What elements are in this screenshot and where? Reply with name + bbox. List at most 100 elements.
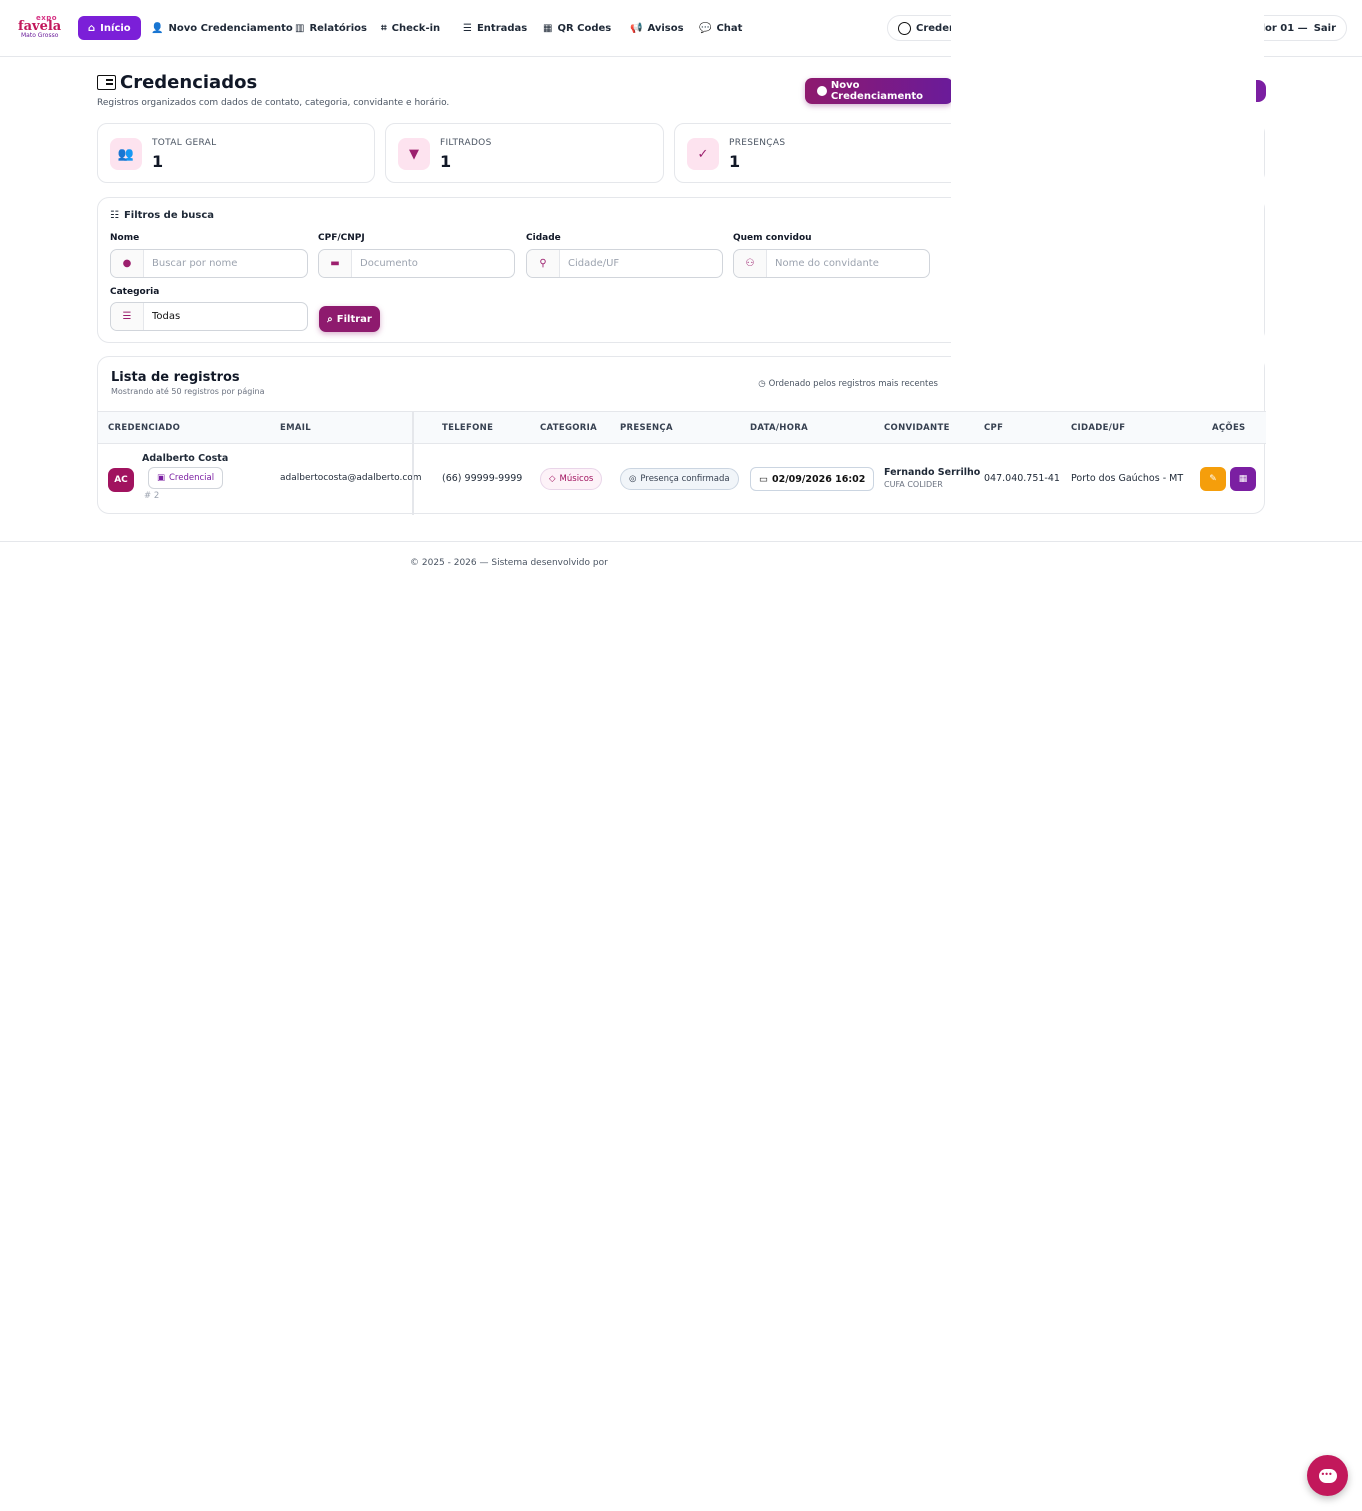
checklist-icon [97, 75, 116, 90]
credential-badge-button[interactable]: ▣ Credencial [148, 467, 223, 489]
filters-title: ☷ Filtros de busca [110, 210, 214, 221]
stat-label: PRESENÇAS [729, 138, 786, 148]
col-email[interactable]: EMAIL [280, 423, 311, 433]
nav-label: Check-in [391, 22, 441, 34]
id-card-icon: ▬ [319, 250, 352, 277]
inviter-filter: ⚇ [733, 249, 930, 278]
category-select[interactable] [144, 303, 307, 330]
nav-entradas[interactable]: ☰ Entradas [453, 16, 537, 40]
clock-icon: ◷ [758, 379, 766, 389]
record-email: adalbertocosta@adalberto.com [280, 473, 422, 483]
col-presenca[interactable]: PRESENÇA [620, 423, 673, 433]
avatar: AC [108, 468, 134, 492]
check-circle-icon: ✓ [687, 138, 719, 170]
nav-qr-codes[interactable]: ▦ QR Codes [533, 16, 621, 40]
calendar-icon: ▭ [759, 473, 768, 485]
stat-card-total: 👥 TOTAL GERAL 1 [97, 123, 375, 183]
qr-code-icon: ▦ [1238, 474, 1248, 484]
page-title: Credenciados [97, 72, 257, 93]
city-filter: ⚲ [526, 249, 723, 278]
chat-icon: 💬 [699, 22, 712, 34]
col-convidante[interactable]: CONVIDANTE [884, 423, 950, 433]
overlay-panel-bottom [951, 524, 1264, 541]
new-credential-button[interactable]: Novo Credenciamento [805, 78, 953, 104]
inviter-name: Fernando Serrilho [884, 467, 981, 478]
name-input[interactable] [144, 250, 307, 277]
category-filter: ☰ [110, 302, 308, 331]
logo-text-bottom: Mato Grosso [21, 32, 59, 39]
credential-badge-label: Credencial [168, 473, 215, 483]
col-cpf[interactable]: CPF [984, 423, 1003, 433]
table-row[interactable]: AC Adalberto Costa ▣ Credencial # 2 adal… [98, 444, 1266, 514]
edit-button[interactable]: ✎ [1200, 467, 1226, 491]
presence-chip: ◎ Presença confirmada [620, 468, 739, 490]
record-cpf: 047.040.751-41 [984, 473, 1060, 484]
stat-value: 1 [729, 152, 741, 171]
chat-floating-button[interactable] [1307, 1455, 1348, 1496]
sticky-column-divider [412, 411, 414, 515]
col-telefone[interactable]: TELEFONE [442, 423, 493, 433]
filter-button[interactable]: ⌕ Filtrar [319, 306, 380, 332]
col-cidade-uf[interactable]: CIDADE/UF [1071, 423, 1125, 433]
presence-chip-label: Presença confirmada [640, 474, 730, 484]
chat-bubble-icon [1318, 1468, 1337, 1483]
credential-name: Adalberto Costa [142, 453, 229, 464]
nav-chat[interactable]: 💬 Chat [689, 16, 752, 40]
record-city: Porto dos Gaúchos - MT [1071, 473, 1184, 484]
table-header: CREDENCIADO EMAIL TELEFONE CATEGORIA PRE… [98, 411, 1266, 444]
stat-value: 1 [152, 152, 164, 171]
person-icon: ● [111, 250, 144, 277]
nav-inicio[interactable]: ⌂ Início [78, 16, 141, 40]
scan-icon: ⌗ [381, 22, 387, 34]
nav-label: Chat [716, 22, 743, 34]
nav-label: Início [100, 22, 131, 34]
brand-logo[interactable]: expo favela Mato Grosso [18, 14, 66, 40]
inviter-org: CUFA COLIDER [884, 480, 943, 489]
filters-title-text: Filtros de busca [123, 210, 214, 221]
megaphone-icon: 📢 [630, 22, 643, 34]
record-phone: (66) 99999-9999 [442, 473, 523, 484]
user-plus-icon: 👤 [151, 22, 164, 34]
list-title: Lista de registros [111, 370, 240, 385]
col-credenciado[interactable]: CREDENCIADO [108, 423, 180, 433]
stat-card-filtered: ▼ FILTRADOS 1 [385, 123, 664, 183]
bar-chart-icon: ▥ [295, 22, 305, 34]
new-credential-label: Novo Credenciamento [830, 80, 924, 102]
nav-avisos[interactable]: 📢 Avisos [620, 16, 694, 40]
inviter-input[interactable] [767, 250, 929, 277]
page-subtitle: Registros organizados com dados de conta… [97, 98, 450, 108]
datetime-label: 02/09/2026 16:02 [771, 473, 866, 485]
logout-link[interactable]: Sair [1314, 23, 1336, 34]
name-filter-label: Nome [110, 233, 140, 243]
check-circle-icon: ◎ [629, 474, 637, 484]
nav-label: Entradas [476, 22, 528, 34]
qr-code-icon: ▦ [543, 22, 553, 34]
sliders-icon: ☷ [110, 210, 119, 221]
footer-text: © 2025 - 2026 — Sistema desenvolvido por [410, 558, 608, 568]
col-data-hora[interactable]: DATA/HORA [750, 423, 808, 433]
order-note: ◷ Ordenado pelos registros mais recentes [758, 379, 938, 389]
map-pin-icon: ⚲ [527, 250, 560, 277]
doc-filter: ▬ [318, 249, 515, 278]
city-filter-label: Cidade [526, 233, 561, 243]
list-subtitle: Mostrando até 50 registros por página [111, 387, 265, 396]
city-input[interactable] [560, 250, 722, 277]
search-icon: ⌕ [327, 313, 333, 325]
filter-icon: ▼ [398, 138, 430, 170]
nav-label: Avisos [647, 22, 684, 34]
record-id: # 2 [144, 491, 160, 501]
nav-relatorios[interactable]: ▥ Relatórios [285, 16, 377, 40]
list-icon: ☰ [463, 22, 472, 34]
filter-button-label: Filtrar [336, 313, 372, 325]
category-chip-label: Músicos [559, 474, 594, 484]
footer-divider [0, 541, 1362, 542]
category-chip: ◇ Músicos [540, 468, 603, 490]
stat-label: TOTAL GERAL [152, 138, 217, 148]
doc-input[interactable] [352, 250, 514, 277]
nav-novo-credenciamento[interactable]: 👤 Novo Credenciamento [141, 16, 303, 40]
user-circle-icon [898, 21, 911, 35]
nav-check-in[interactable]: ⌗ Check-in [371, 16, 450, 40]
qr-code-button[interactable]: ▦ [1230, 467, 1256, 491]
col-categoria[interactable]: CATEGORIA [540, 423, 597, 433]
nav-label: Novo Credenciamento [168, 22, 293, 34]
